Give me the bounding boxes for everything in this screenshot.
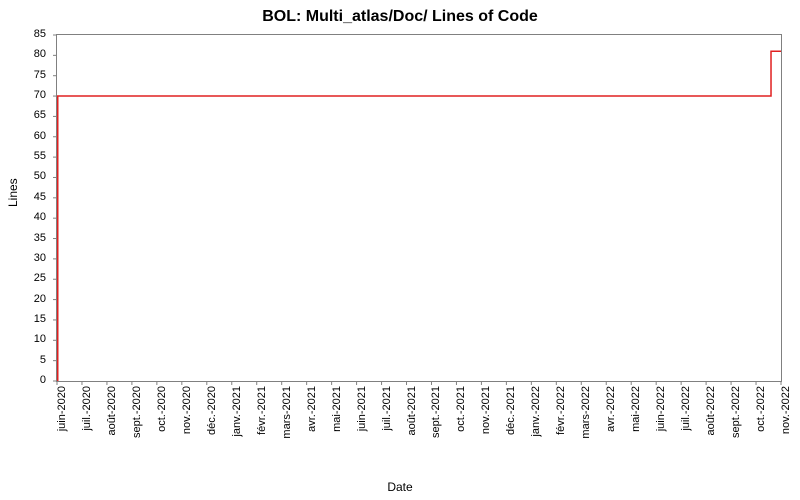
x-tick-label: juin-2022 [655,386,667,431]
y-tick-label: 0 [40,374,46,386]
plot-svg [57,35,781,381]
x-tick-label: sept.-2022 [730,386,742,438]
x-axis-ticks: juin-2020 juil.-2020 août-2020 sept.-2020 oc… [56,382,780,472]
plot-area [56,34,782,382]
x-tick-label: mai-2022 [630,386,642,432]
chart-container: BOL: Multi_atlas/Doc/ Lines of Code Line… [0,0,800,500]
y-tick-label: 60 [34,130,46,142]
x-tick-label: août-2020 [106,386,118,436]
y-tick-label: 10 [34,333,46,345]
y-tick-label: 55 [34,150,46,162]
y-tick-label: 75 [34,69,46,81]
x-tick-label: août-2021 [406,386,418,436]
y-tick-label: 50 [34,170,46,182]
y-axis-ticks: 0510152025303540455055606570758085 [0,34,52,380]
y-tick-label: 20 [34,293,46,305]
x-tick-label: juil.-2020 [81,386,93,431]
x-tick-label: févr.-2021 [256,386,268,435]
y-tick-label: 5 [40,354,46,366]
x-tick-label: mai-2021 [331,386,343,432]
x-tick-label: nov.-2022 [780,386,792,434]
y-tick-label: 80 [34,48,46,60]
x-tick-label: sept.-2021 [430,386,442,438]
x-tick-label: août-2022 [705,386,717,436]
x-tick-label: nov.-2020 [181,386,193,434]
x-tick-label: oct.-2021 [455,386,467,432]
x-tick-label: mars-2021 [281,386,293,439]
y-tick-label: 40 [34,211,46,223]
x-tick-label: juin-2020 [56,386,68,431]
x-tick-label: déc.-2020 [206,386,218,435]
y-tick-label: 65 [34,109,46,121]
x-tick-label: mars-2022 [580,386,592,439]
x-tick-label: oct.-2020 [156,386,168,432]
chart-title: BOL: Multi_atlas/Doc/ Lines of Code [0,0,800,26]
y-tick-label: 35 [34,232,46,244]
x-tick-label: nov.-2021 [480,386,492,434]
x-tick-label: juil.-2022 [680,386,692,431]
x-tick-label: avr.-2021 [306,386,318,432]
y-tick-label: 70 [34,89,46,101]
x-tick-label: juil.-2021 [381,386,393,431]
x-tick-label: oct.-2022 [755,386,767,432]
y-tick-label: 45 [34,191,46,203]
y-tick-label: 25 [34,272,46,284]
x-tick-label: déc.-2021 [505,386,517,435]
x-tick-label: janv.-2021 [231,386,243,437]
data-series-line [58,51,781,381]
x-tick-label: juin-2021 [356,386,368,431]
x-tick-label: févr.-2022 [555,386,567,435]
x-tick-label: janv.-2022 [530,386,542,437]
x-tick-label: sept.-2020 [131,386,143,438]
y-tick-label: 15 [34,313,46,325]
x-tick-label: avr.-2022 [605,386,617,432]
y-tick-label: 85 [34,28,46,40]
x-axis-label: Date [0,480,800,494]
y-tick-label: 30 [34,252,46,264]
